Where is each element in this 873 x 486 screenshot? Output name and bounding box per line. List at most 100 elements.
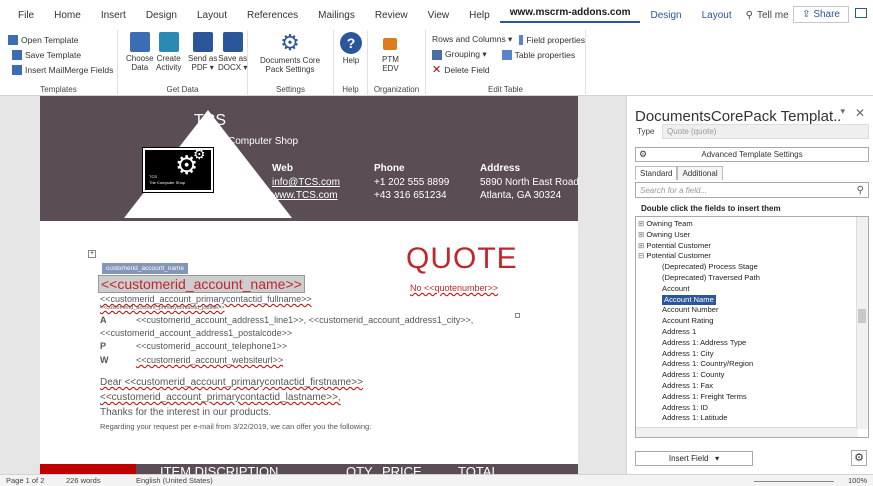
open-template-icon xyxy=(8,34,18,45)
comment-icon[interactable] xyxy=(855,8,867,18)
tree-node[interactable]: (Deprecated) Process Stage xyxy=(662,262,758,273)
fullname-field[interactable]: <<customerid_account_primarycontactid_fu… xyxy=(100,294,312,304)
tab-references[interactable]: References xyxy=(237,10,308,21)
zoom-level[interactable]: 100% xyxy=(848,476,867,485)
get-data-label-1: Send as xyxy=(188,54,218,63)
tab-design[interactable]: Design xyxy=(640,10,691,21)
scrollbar-thumb[interactable] xyxy=(858,309,866,323)
advanced-template-settings-button[interactable]: ⚙ Advanced Template Settings xyxy=(635,147,869,162)
tree-horizontal-scrollbar[interactable] xyxy=(636,427,858,437)
close-icon[interactable]: ✕ xyxy=(855,106,865,120)
tab-file[interactable]: File xyxy=(8,10,44,21)
template-item-2[interactable]: Insert MailMerge Fields xyxy=(12,62,117,77)
zoom-slider[interactable] xyxy=(754,481,834,482)
tab-standard[interactable]: Standard xyxy=(635,166,678,180)
send-as-pdf-button[interactable]: Send as PDF ▾ xyxy=(188,32,217,72)
word-count[interactable]: 226 words xyxy=(66,476,101,485)
website-link[interactable]: www.TCS.com xyxy=(272,190,338,201)
account-name-field[interactable]: <<customerid_account_name>> xyxy=(98,275,305,293)
tree-node[interactable]: Account Number xyxy=(662,305,719,316)
tab-mailings[interactable]: Mailings xyxy=(308,10,365,21)
ptm-edv-button[interactable]: PTM EDV xyxy=(382,32,399,73)
dear-line[interactable]: Dear <<customerid_account_primarycontact… xyxy=(100,377,363,388)
table-properties-button[interactable]: Table properties xyxy=(515,50,575,60)
tree-node[interactable]: Address 1: Address Type xyxy=(662,338,746,349)
pane-settings-icon[interactable]: ⚙ xyxy=(851,450,867,466)
table-move-handle[interactable]: + xyxy=(88,250,96,258)
expand-icon[interactable]: ⊞ xyxy=(638,241,644,250)
grouping-button[interactable]: Grouping ▾ xyxy=(445,49,487,60)
tab-www-mscrm-addons-com[interactable]: www.mscrm-addons.com xyxy=(499,7,641,23)
quote-number-field[interactable]: No <<quotenumber>> xyxy=(410,283,498,293)
save-as-docx-button[interactable]: Save as DOCX ▾ xyxy=(218,32,247,72)
tree-node[interactable]: Address 1: ID xyxy=(662,403,708,414)
tree-scrollbar[interactable] xyxy=(856,217,868,429)
tree-node[interactable]: Account Rating xyxy=(662,316,714,327)
template-item-0[interactable]: Open Template xyxy=(8,32,117,47)
tab-design[interactable]: Design xyxy=(136,10,187,21)
field-search-input[interactable]: Search for a field... ⚲ xyxy=(635,182,869,198)
expand-icon[interactable]: ⊞ xyxy=(638,219,644,228)
status-bar: Page 1 of 2 226 words English (United St… xyxy=(0,474,873,486)
tree-node[interactable]: Address 1: County xyxy=(662,370,724,381)
tree-node[interactable]: Address 1: Fax xyxy=(662,381,713,392)
tree-node[interactable]: ⊞ Owning User xyxy=(638,230,690,241)
insert-field-button[interactable]: Insert Field ▾ xyxy=(635,451,753,466)
collapse-icon[interactable]: ⊟ xyxy=(638,251,644,260)
create-activity-button[interactable]: Create Activity xyxy=(156,32,181,72)
choose-data-button[interactable]: Choose Data xyxy=(126,32,154,72)
tree-node[interactable]: Address 1: Freight Terms xyxy=(662,392,747,403)
pane-options-icon[interactable]: ▾ xyxy=(840,106,845,117)
language-indicator[interactable]: English (United States) xyxy=(136,476,213,485)
help-button[interactable]: ? Help xyxy=(340,32,362,65)
tree-node[interactable]: ⊞ Potential Customer xyxy=(638,241,711,252)
gear-icon: ⚙ xyxy=(280,30,300,55)
help-icon: ? xyxy=(340,32,362,54)
type-select[interactable]: Quote (quote) xyxy=(662,124,869,139)
tab-view[interactable]: View xyxy=(418,10,460,21)
share-button[interactable]: ⇪ Share xyxy=(793,6,849,23)
tab-help[interactable]: Help xyxy=(459,10,500,21)
tree-node[interactable]: Address 1: City xyxy=(662,349,714,360)
tree-node[interactable]: Account xyxy=(662,284,689,295)
field-tree[interactable]: ⊞ Owning Team ⊞ Owning User ⊞ Potential Custo… xyxy=(635,216,869,438)
tree-node[interactable]: (Deprecated) Traversed Path xyxy=(662,273,760,284)
tab-home[interactable]: Home xyxy=(44,10,91,21)
tree-node[interactable]: Address 1: Latitude xyxy=(662,413,727,424)
lastname-field[interactable]: <<customerid_account_primarycontactid_la… xyxy=(100,392,341,403)
tell-me-search[interactable]: ⚲ Tell me xyxy=(746,10,789,21)
help-group: ? Help Help xyxy=(334,30,368,96)
documents-core-pack-settings-button[interactable]: ⚙ Documents Core Pack Settings xyxy=(260,30,320,75)
tree-node-label: Address 1 xyxy=(662,327,697,336)
rows-and-columns-button[interactable]: Rows and Columns ▾ xyxy=(432,34,512,45)
tree-node[interactable]: ⊟ Potential Customer xyxy=(638,251,711,262)
type-value: Quote (quote) xyxy=(667,127,717,136)
tree-node[interactable]: Address 1 xyxy=(662,327,696,338)
jobtitle-field[interactable]: <<customerid_account_primarycontactid_jo… xyxy=(100,305,224,311)
document-page[interactable]: TCS The Computer Shop ⚙ ⚙ TCS The Comput… xyxy=(40,96,579,474)
expand-icon[interactable]: ⊞ xyxy=(638,230,644,239)
document-area[interactable]: TCS The Computer Shop ⚙ ⚙ TCS The Comput… xyxy=(0,96,626,474)
address-field[interactable]: <<customerid_account_address1_line1>>, <… xyxy=(136,315,473,325)
tab-layout[interactable]: Layout xyxy=(187,10,237,21)
tab-review[interactable]: Review xyxy=(365,10,418,21)
websiteurl-field[interactable]: <<customerid_account_websiteurl>> xyxy=(136,355,283,365)
tree-node[interactable]: Account Name xyxy=(662,294,716,306)
anchor-handle[interactable] xyxy=(515,313,520,318)
tab-layout[interactable]: Layout xyxy=(692,10,742,21)
email-link[interactable]: info@TCS.com xyxy=(272,177,340,188)
template-item-1[interactable]: Save Template xyxy=(12,47,117,62)
tree-node[interactable]: Address 1: Country/Region xyxy=(662,359,753,370)
tab-insert[interactable]: Insert xyxy=(91,10,136,21)
telephone-field[interactable]: <<customerid_account_telephone1>> xyxy=(136,341,287,351)
page-count[interactable]: Page 1 of 2 xyxy=(6,476,44,485)
tab-additional[interactable]: Additional xyxy=(677,166,723,180)
total-header: TOTAL xyxy=(458,464,499,474)
templates-group-label: Templates xyxy=(40,85,77,94)
field-properties-button[interactable]: Field properties xyxy=(526,35,585,45)
search-icon[interactable]: ⚲ xyxy=(857,185,864,196)
delete-field-button[interactable]: Delete Field xyxy=(444,65,489,75)
table-properties-icon xyxy=(501,49,512,60)
tree-node[interactable]: ⊞ Owning Team xyxy=(638,219,693,230)
postalcode-field[interactable]: <<customerid_account_address1_postalcode… xyxy=(100,328,292,338)
